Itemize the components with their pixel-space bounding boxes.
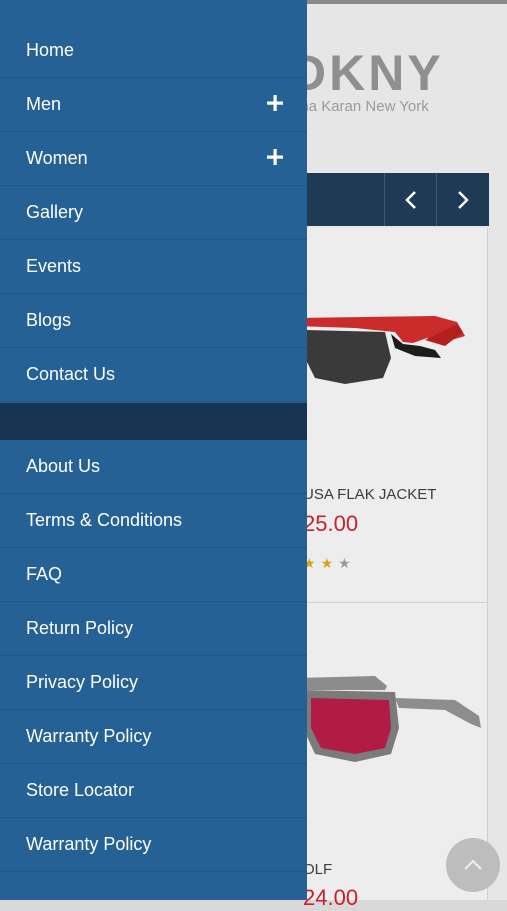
- menu-item-men[interactable]: Men: [0, 78, 307, 132]
- star-icon: ★: [338, 555, 356, 571]
- menu-item-gallery[interactable]: Gallery: [0, 186, 307, 240]
- brand-name: DKNY: [290, 45, 444, 101]
- chevron-right-icon: [457, 190, 469, 209]
- product-rating: ★★★: [303, 555, 356, 572]
- menu-item-label: Privacy Policy: [26, 672, 139, 692]
- product-price: 24.00: [303, 885, 359, 910]
- carousel-next-button[interactable]: [436, 173, 488, 226]
- menu-item-return-policy[interactable]: Return Policy: [0, 602, 307, 656]
- menu-item-terms-conditions[interactable]: Terms & Conditions: [0, 494, 307, 548]
- carousel-prev-button[interactable]: [384, 173, 436, 226]
- menu-item-label: Warranty Policy: [26, 726, 152, 746]
- menu-item-label: FAQ: [26, 564, 63, 584]
- menu-item-women[interactable]: Women: [0, 132, 307, 186]
- carousel-header: [307, 173, 489, 226]
- menu-item-label: Gallery: [26, 202, 84, 222]
- menu-item-warranty-policy-2[interactable]: Warranty Policy: [0, 818, 307, 872]
- menu-item-faq[interactable]: FAQ: [0, 548, 307, 602]
- menu-item-store-locator[interactable]: Store Locator: [0, 764, 307, 818]
- menu-item-privacy-policy[interactable]: Privacy Policy: [0, 656, 307, 710]
- menu-item-label: Home: [26, 40, 75, 60]
- brand-tagline: nna Karan New York: [292, 98, 429, 115]
- product-name: USA FLAK JACKET: [303, 486, 437, 503]
- menu-item-contact-us[interactable]: Contact Us: [0, 348, 307, 402]
- menu-item-label: About Us: [26, 456, 101, 476]
- plus-icon[interactable]: [265, 93, 285, 113]
- navigation-drawer: Home Men Women Gallery Events Blogs Cont…: [0, 0, 307, 900]
- menu-item-blogs[interactable]: Blogs: [0, 294, 307, 348]
- menu-item-label: Men: [26, 94, 62, 114]
- menu-item-warranty-policy[interactable]: Warranty Policy: [0, 710, 307, 764]
- menu-item-about-us[interactable]: About Us: [0, 440, 307, 494]
- product-price: 25.00: [303, 511, 359, 536]
- product-image: [295, 316, 465, 384]
- menu-item-label: Return Policy: [26, 618, 134, 638]
- menu-item-events[interactable]: Events: [0, 240, 307, 294]
- brand-logo: DKNY nna Karan New York: [290, 48, 444, 115]
- plus-icon[interactable]: [265, 147, 285, 167]
- product-image: [295, 676, 481, 762]
- menu-item-label: Contact Us: [26, 364, 116, 384]
- menu-item-label: Events: [26, 256, 82, 276]
- top-image-strip: [307, 0, 507, 4]
- chevron-left-icon: [404, 190, 416, 209]
- scroll-to-top-button[interactable]: [446, 838, 500, 892]
- menu-item-label: Terms & Conditions: [26, 510, 183, 530]
- menu-section-divider: [0, 403, 307, 440]
- menu-item-home[interactable]: Home: [0, 24, 307, 78]
- product-card[interactable]: USA FLAK JACKET 25.00 ★★★: [295, 228, 488, 603]
- menu-item-label: Store Locator: [26, 780, 135, 800]
- product-name: OLF: [303, 861, 333, 878]
- menu-item-label: Blogs: [26, 310, 72, 330]
- star-icon: ★: [320, 555, 339, 571]
- chevron-up-icon: [464, 859, 482, 870]
- menu-item-label: Women: [26, 148, 88, 168]
- menu-item-label: Warranty Policy: [26, 834, 152, 854]
